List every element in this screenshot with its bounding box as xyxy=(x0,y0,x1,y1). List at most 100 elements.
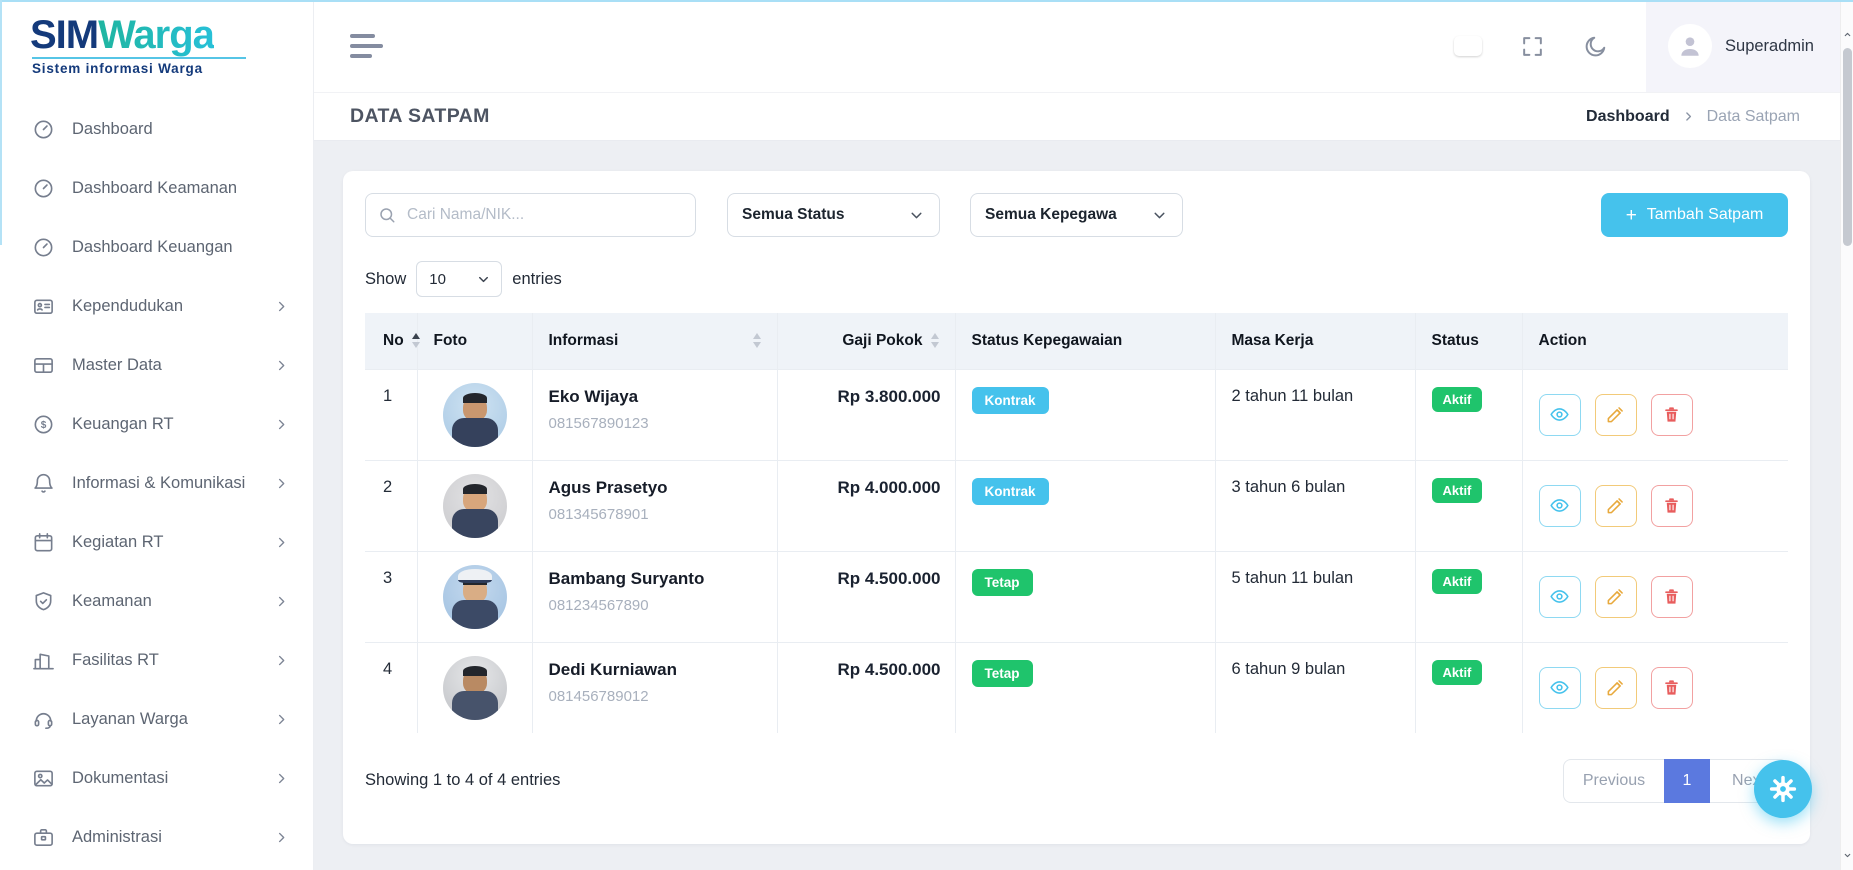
fullscreen-button[interactable] xyxy=(1520,34,1545,59)
breadcrumb: Dashboard Data Satpam xyxy=(1586,108,1800,126)
sidebar-item-dokumentasi[interactable]: Dokumentasi xyxy=(0,749,313,808)
guard-name: Agus Prasetyo xyxy=(549,478,761,498)
brand-logo[interactable]: SIMWarga Sistem informasi Warga xyxy=(0,0,313,76)
chevron-right-icon xyxy=(274,299,289,314)
chevron-right-icon xyxy=(274,476,289,491)
scroll-up-icon[interactable] xyxy=(1841,30,1853,39)
employment-filter-dropdown[interactable]: Semua Kepegawa xyxy=(970,193,1183,237)
pencil-icon xyxy=(1606,587,1625,606)
sidebar-item-dashboard[interactable]: Dashboard xyxy=(0,100,313,159)
tenure-value: 3 tahun 6 bulan xyxy=(1215,460,1415,551)
sort-icon xyxy=(753,333,761,348)
chevron-right-icon xyxy=(274,712,289,727)
search-input[interactable] xyxy=(365,193,696,237)
sidebar-item-keuangan-rt[interactable]: $ Keuangan RT xyxy=(0,395,313,454)
sidebar-item-keamanan[interactable]: Keamanan xyxy=(0,572,313,631)
employment-badge: Tetap xyxy=(972,569,1033,596)
table-icon xyxy=(31,354,55,378)
pencil-icon xyxy=(1606,496,1625,515)
language-flag-button[interactable] xyxy=(1454,36,1482,56)
settings-fab[interactable] xyxy=(1754,760,1812,818)
column-header-foto: Foto xyxy=(417,313,532,369)
edit-button[interactable] xyxy=(1595,667,1637,709)
trash-icon xyxy=(1662,587,1681,606)
svg-text:$: $ xyxy=(40,420,46,431)
status-badge: Aktif xyxy=(1432,387,1483,412)
salary-value: Rp 3.800.000 xyxy=(777,369,955,460)
column-header-no[interactable]: No xyxy=(365,313,417,369)
brand-underline xyxy=(32,57,246,59)
chevron-right-icon xyxy=(274,830,289,845)
chevron-right-icon xyxy=(274,535,289,550)
chevron-right-icon xyxy=(274,653,289,668)
view-button[interactable] xyxy=(1539,394,1581,436)
delete-button[interactable] xyxy=(1651,394,1693,436)
gear-icon xyxy=(1768,774,1798,804)
brand-name: SIMWarga xyxy=(30,14,313,56)
previous-page-button[interactable]: Previous xyxy=(1563,759,1664,803)
chevron-right-icon xyxy=(274,594,289,609)
satpam-table: No Foto Informasi Gaji Pokok Status Kepe… xyxy=(365,313,1788,733)
sidebar-item-dashboard-keuangan[interactable]: Dashboard Keuangan xyxy=(0,218,313,277)
row-number: 3 xyxy=(365,551,417,642)
guard-name: Bambang Suryanto xyxy=(549,569,761,589)
sidebar-item-fasilitas-rt[interactable]: Fasilitas RT xyxy=(0,631,313,690)
employment-badge: Tetap xyxy=(972,660,1033,687)
view-button[interactable] xyxy=(1539,576,1581,618)
menu-toggle-icon[interactable] xyxy=(350,34,383,58)
moon-icon xyxy=(1583,34,1608,59)
scrollbar-thumb[interactable] xyxy=(1843,48,1852,246)
sidebar-item-kependudukan[interactable]: Kependudukan xyxy=(0,277,313,336)
sidebar-item-informasi-komunikasi[interactable]: Informasi & Komunikasi xyxy=(0,454,313,513)
status-badge: Aktif xyxy=(1432,660,1483,685)
brand-tagline: Sistem informasi Warga xyxy=(30,61,313,76)
trash-icon xyxy=(1662,678,1681,697)
gauge-icon xyxy=(31,177,55,201)
status-filter-dropdown[interactable]: Semua Status xyxy=(727,193,940,237)
sidebar-item-dashboard-keamanan[interactable]: Dashboard Keamanan xyxy=(0,159,313,218)
edit-button[interactable] xyxy=(1595,485,1637,527)
sidebar-item-layanan-warga[interactable]: Layanan Warga xyxy=(0,690,313,749)
page-size-row: Show 10 entries xyxy=(365,261,1788,297)
indonesia-flag-icon xyxy=(1454,36,1482,56)
delete-button[interactable] xyxy=(1651,576,1693,618)
sort-icon xyxy=(412,333,420,348)
guard-phone: 081234567890 xyxy=(549,597,761,614)
breadcrumb-dashboard[interactable]: Dashboard xyxy=(1586,108,1670,126)
page-1-button[interactable]: 1 xyxy=(1664,759,1710,803)
bell-icon xyxy=(31,472,55,496)
user-name: Superadmin xyxy=(1725,37,1814,56)
guard-phone: 081567890123 xyxy=(549,415,761,432)
delete-button[interactable] xyxy=(1651,485,1693,527)
scroll-down-icon[interactable] xyxy=(1841,851,1853,860)
guard-name: Dedi Kurniawan xyxy=(549,660,761,680)
column-header-informasi[interactable]: Informasi xyxy=(532,313,777,369)
user-menu[interactable]: Superadmin xyxy=(1646,0,1840,92)
sidebar-item-kegiatan-rt[interactable]: Kegiatan RT xyxy=(0,513,313,572)
page-size-select[interactable]: 10 xyxy=(416,261,502,297)
dark-mode-button[interactable] xyxy=(1583,34,1608,59)
chevron-down-icon xyxy=(908,207,925,224)
edit-button[interactable] xyxy=(1595,394,1637,436)
table-row: 2 Agus Prasetyo081345678901 Rp 4.000.000… xyxy=(365,460,1788,551)
column-header-gaji[interactable]: Gaji Pokok xyxy=(777,313,955,369)
page-scrollbar[interactable] xyxy=(1840,0,1853,870)
guard-phone: 081345678901 xyxy=(549,506,761,523)
filter-bar: Semua Status Semua Kepegawa + Tambah Sat… xyxy=(365,193,1788,237)
salary-value: Rp 4.500.000 xyxy=(777,642,955,733)
add-satpam-button[interactable]: + Tambah Satpam xyxy=(1601,193,1788,237)
delete-button[interactable] xyxy=(1651,667,1693,709)
column-header-status-kepegawaian: Status Kepegawaian xyxy=(955,313,1215,369)
edit-button[interactable] xyxy=(1595,576,1637,618)
sidebar-item-master-data[interactable]: Master Data xyxy=(0,336,313,395)
view-button[interactable] xyxy=(1539,485,1581,527)
employment-badge: Kontrak xyxy=(972,478,1049,505)
table-row: 4 Dedi Kurniawan081456789012 Rp 4.500.00… xyxy=(365,642,1788,733)
column-header-masa-kerja: Masa Kerja xyxy=(1215,313,1415,369)
guard-photo xyxy=(443,565,507,629)
search-icon xyxy=(378,206,396,224)
view-button[interactable] xyxy=(1539,667,1581,709)
chevron-right-icon xyxy=(274,417,289,432)
sidebar-item-administrasi[interactable]: Administrasi xyxy=(0,808,313,867)
employment-badge: Kontrak xyxy=(972,387,1049,414)
